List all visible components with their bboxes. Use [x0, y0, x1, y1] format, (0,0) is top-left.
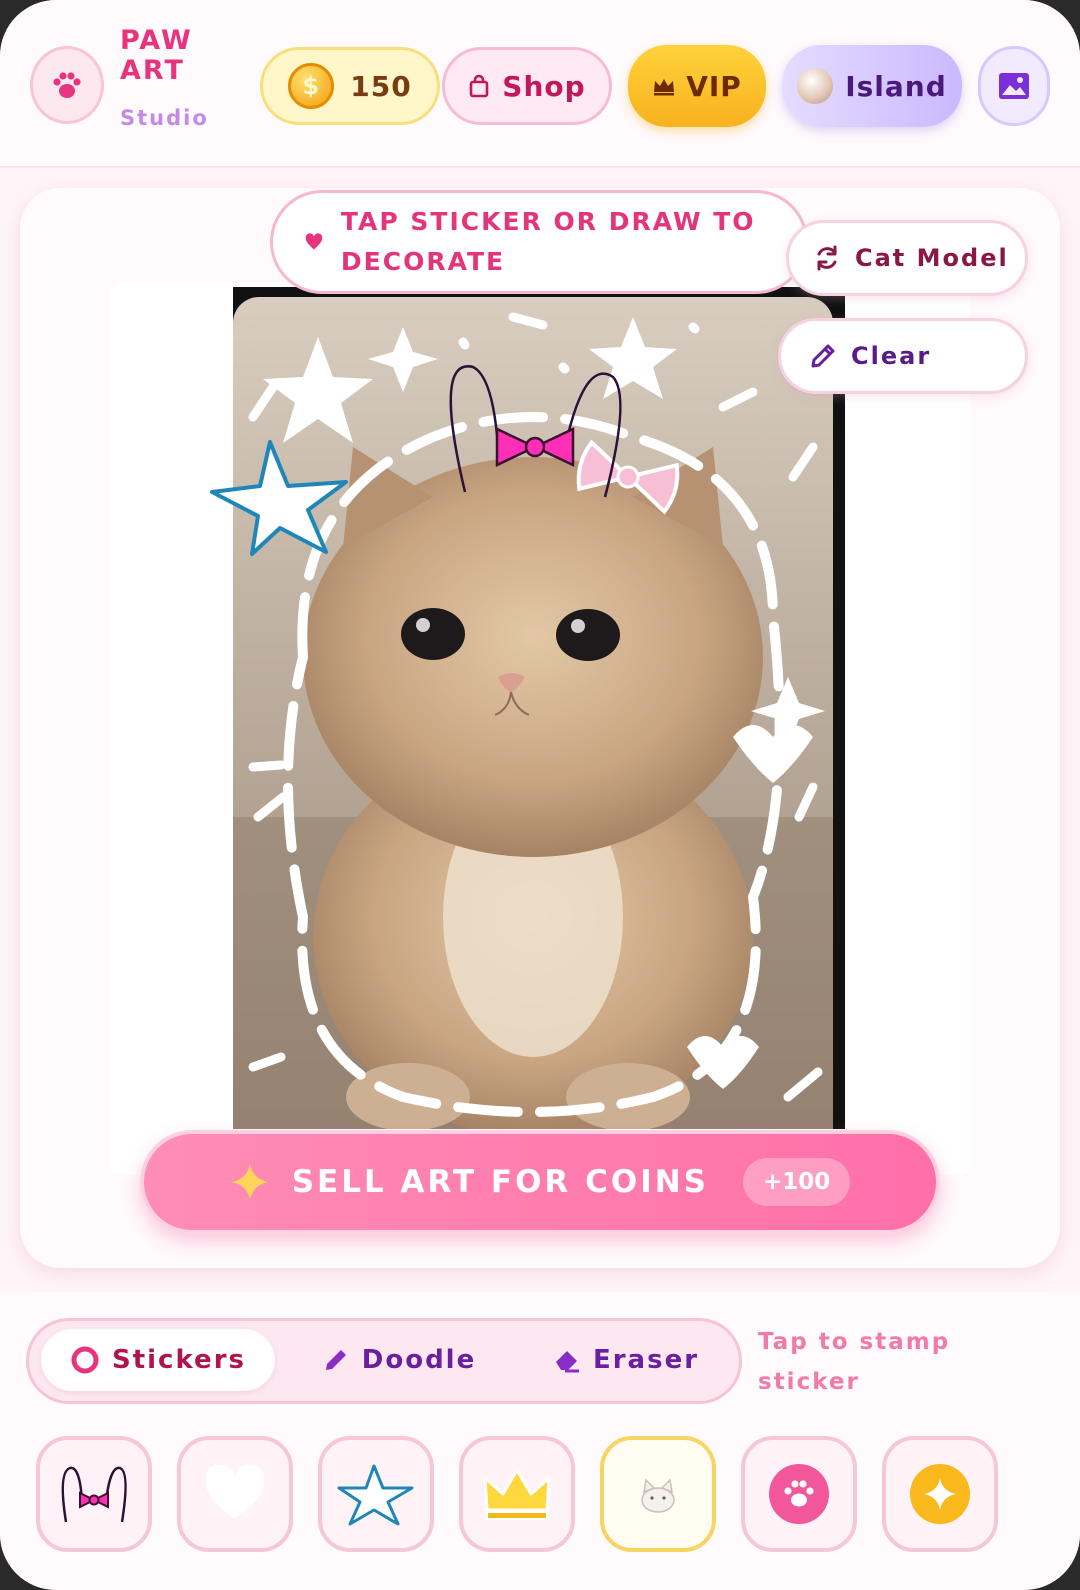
pencil-icon — [811, 344, 835, 368]
brand-line-1: PAW — [120, 25, 193, 56]
island-button[interactable]: Island — [782, 45, 962, 127]
coin-icon: $ — [288, 63, 335, 109]
brand-line-3: Studio — [120, 106, 209, 130]
tab-eraser[interactable]: Eraser — [521, 1329, 731, 1391]
refresh-icon — [817, 245, 837, 271]
sticker-sparkle[interactable] — [882, 1436, 998, 1552]
sticker-bunny-ears[interactable] — [36, 1436, 152, 1552]
eraser-icon — [555, 1351, 579, 1373]
sticker-cat[interactable] — [600, 1436, 716, 1552]
decorate-hint: TAP STICKER OR DRAW TO DECORATE — [270, 190, 808, 294]
shopping-bag-icon — [469, 74, 489, 98]
tool-hint: Tap to stamp sticker — [758, 1329, 951, 1395]
top-bar: PAW ART Studio $ 150 Shop VIP Island — [0, 0, 1080, 168]
paw-icon — [53, 72, 81, 98]
sparkle-icon — [910, 1464, 970, 1524]
bunny-ears-bow-icon — [61, 1466, 127, 1523]
decorate-hint-text: TAP STICKER OR DRAW TO DECORATE — [340, 207, 756, 276]
crown-icon — [654, 79, 675, 96]
home-paw-button[interactable] — [30, 46, 104, 124]
paw-icon — [769, 1464, 829, 1524]
vip-button[interactable]: VIP — [628, 45, 766, 127]
heart-icon — [205, 1465, 265, 1519]
sticker-paw[interactable] — [741, 1436, 857, 1552]
crown-icon — [483, 1468, 551, 1520]
star-icon — [337, 1464, 414, 1526]
sticker-heart[interactable] — [177, 1436, 293, 1552]
sticker-star[interactable] — [318, 1436, 434, 1552]
ring-icon — [71, 1346, 99, 1374]
sell-art-button[interactable]: SELL ART FOR COINS +100 — [140, 1130, 940, 1234]
coin-balance[interactable]: $ 150 — [260, 47, 440, 125]
sell-reward-badge: +100 — [743, 1158, 851, 1206]
image-icon — [999, 73, 1029, 99]
cat-model-label: Cat Model — [855, 244, 1009, 272]
paw-art-studio-app: PAW ART Studio $ 150 Shop VIP Island TAP… — [0, 0, 1080, 1590]
island-label: Island — [845, 69, 947, 103]
cat-model-button[interactable]: Cat Model — [786, 220, 1028, 296]
cat-photo[interactable] — [233, 297, 833, 1129]
tab-stickers[interactable]: Stickers — [41, 1329, 275, 1391]
moon-icon — [797, 68, 834, 104]
tab-doodle[interactable]: Doodle — [299, 1329, 499, 1391]
clear-button[interactable]: Clear — [778, 318, 1028, 394]
pencil-icon — [325, 1350, 346, 1370]
shop-label: Shop — [502, 69, 586, 103]
tab-doodle-label: Doodle — [361, 1345, 477, 1375]
sparkle-icon — [231, 1164, 268, 1200]
star-sticker-stamp[interactable] — [208, 436, 356, 558]
vip-label: VIP — [686, 69, 742, 103]
coin-count: 150 — [350, 69, 412, 103]
heart-icon — [305, 233, 323, 250]
tab-eraser-label: Eraser — [592, 1345, 700, 1375]
clear-label: Clear — [851, 342, 932, 370]
gallery-button[interactable] — [978, 46, 1050, 126]
cat-icon — [641, 1478, 675, 1513]
sticker-crown[interactable] — [459, 1436, 575, 1552]
tool-tabs: Stickers Doodle Eraser — [26, 1318, 742, 1404]
sell-art-label: SELL ART FOR COINS — [291, 1164, 709, 1200]
brand-line-2: ART — [120, 55, 185, 86]
brand-logo: PAW ART Studio — [120, 25, 209, 131]
shop-button[interactable]: Shop — [442, 47, 612, 125]
tool-panel: Stickers Doodle Eraser Tap to stamp stic… — [0, 1292, 1080, 1590]
tab-stickers-label: Stickers — [111, 1345, 246, 1375]
